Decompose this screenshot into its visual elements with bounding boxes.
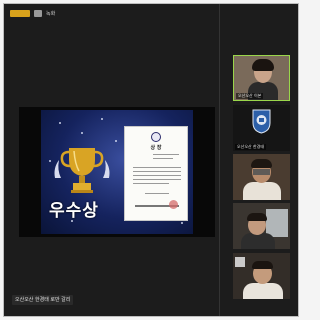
- face-blur: [253, 169, 270, 175]
- participant-tile-4[interactable]: [233, 203, 290, 249]
- sparkle: [59, 122, 61, 124]
- text-line: [153, 158, 173, 159]
- sparkle: [81, 132, 83, 134]
- certificate-title: 상 장: [150, 145, 162, 151]
- participant-tile-5[interactable]: [233, 253, 290, 299]
- text-line: [145, 193, 169, 194]
- text-line: [153, 154, 179, 155]
- person-body: [243, 283, 283, 299]
- sparkle: [181, 222, 183, 224]
- participant-tile-3[interactable]: [233, 154, 290, 200]
- person-body: [243, 182, 281, 200]
- trophy-icon: [54, 148, 110, 193]
- meeting-topbar: 녹화: [10, 10, 55, 17]
- speaker-name: 오산오산 한경태 로만 갈리: [12, 295, 74, 305]
- shared-screen: 우수상 상 장: [19, 107, 215, 237]
- text-line: [133, 167, 181, 168]
- recording-label: 녹화: [46, 11, 56, 17]
- person-hair: [251, 159, 272, 168]
- participant-name: 오산오산 한경태: [235, 144, 267, 150]
- camera-icon: [34, 10, 42, 17]
- person-hair: [252, 59, 274, 71]
- text-line: [133, 175, 181, 176]
- meeting-window: 녹화 우수상 상 장 오산오산 한경태 로만 갈리 오산오산 이본 오산오산 한…: [3, 3, 299, 317]
- text-line: [133, 171, 181, 172]
- panel-divider: [219, 4, 220, 316]
- text-line: [133, 179, 181, 180]
- background-light: [235, 257, 245, 267]
- participant-tile-2[interactable]: 오산오산 한경태: [233, 105, 290, 151]
- certificate: 상 장: [124, 126, 188, 221]
- university-logo-icon: [252, 109, 271, 134]
- participant-tile-1[interactable]: 오산오산 이본: [233, 55, 290, 101]
- sparkle: [115, 140, 117, 142]
- text-line: [133, 183, 169, 184]
- person-body: [241, 233, 275, 249]
- sparkle: [101, 118, 103, 120]
- award-title: 우수상: [49, 201, 99, 221]
- person-hair: [247, 213, 267, 221]
- recording-badge[interactable]: [10, 10, 30, 17]
- background-door: [266, 209, 288, 237]
- participant-name: 오산오산 이본: [236, 93, 264, 99]
- stamp-icon: [169, 200, 178, 209]
- school-seal-icon: [151, 132, 161, 142]
- person-hair: [252, 261, 273, 269]
- award-slide: 우수상 상 장: [41, 110, 193, 234]
